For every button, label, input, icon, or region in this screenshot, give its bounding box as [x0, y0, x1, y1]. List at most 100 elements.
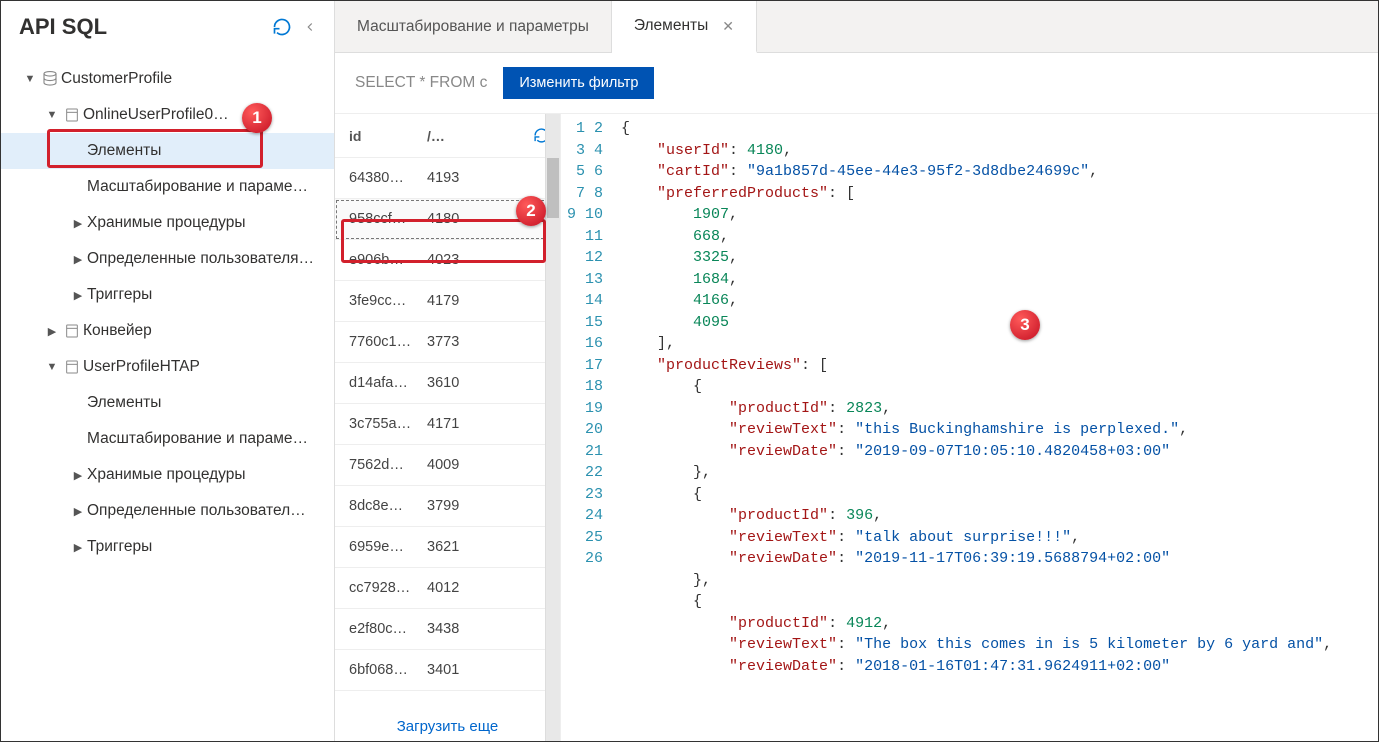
callout-3: 3 [1010, 310, 1040, 340]
container-icon [61, 359, 83, 375]
scrollbar-thumb[interactable] [547, 158, 559, 218]
item-id-cell: 3c755a… [349, 416, 427, 432]
tree-items[interactable]: Элементы [1, 133, 334, 169]
item-row[interactable]: cc7928…4012 [335, 568, 560, 609]
item-pk-cell: 3401 [427, 662, 546, 678]
item-id-cell: 8dc8e… [349, 498, 427, 514]
tree-label: Элементы [87, 394, 161, 412]
tree-label: Хранимые процедуры [87, 466, 246, 484]
resource-tree: ▼ CustomerProfile ▼ OnlineUserProfile0… … [1, 53, 334, 741]
tab-bar: Масштабирование и параметры Элементы ✕ [335, 1, 1378, 53]
item-row[interactable]: d14afa…3610 [335, 363, 560, 404]
item-pk-cell: 4193 [427, 170, 546, 186]
item-pk-cell: 3799 [427, 498, 546, 514]
item-row[interactable]: 6959e…3621 [335, 527, 560, 568]
tree-label: Триггеры [87, 286, 152, 304]
item-row[interactable]: 7760c1…3773 [335, 322, 560, 363]
refresh-icon[interactable] [268, 13, 296, 41]
item-row[interactable]: 3c755a…4171 [335, 404, 560, 445]
item-pk-cell: 4179 [427, 293, 546, 309]
tree-label: Масштабирование и параме… [87, 178, 308, 196]
tree-label: Определенные пользователя… [87, 250, 314, 268]
chevron-down-icon: ▼ [43, 361, 61, 373]
tree-udf[interactable]: ▶ Определенные пользователя… [1, 241, 334, 277]
item-pk-cell: 3438 [427, 621, 546, 637]
item-row[interactable]: e2f80c…3438 [335, 609, 560, 650]
tree-triggers[interactable]: ▶ Триггеры [1, 277, 334, 313]
item-pk-cell: 3621 [427, 539, 546, 555]
callout-2: 2 [516, 196, 546, 226]
filter-query-text: SELECT * FROM c [355, 74, 487, 92]
column-header-pk[interactable]: /… [427, 128, 530, 144]
tree-container[interactable]: ▶ Конвейер [1, 313, 334, 349]
item-id-cell: d14afa… [349, 375, 427, 391]
item-pk-cell: 3610 [427, 375, 546, 391]
close-icon[interactable]: ✕ [722, 18, 734, 35]
sidebar: API SQL ▼ CustomerProfile ▼ Onl [1, 1, 335, 741]
item-id-cell: 7562d… [349, 457, 427, 473]
tree-label: Определенные пользовател… [87, 502, 306, 520]
item-row[interactable]: e906b…4023 [335, 240, 560, 281]
tree-label: OnlineUserProfile0… [83, 106, 229, 124]
item-pk-cell: 4009 [427, 457, 546, 473]
item-id-cell: 958ccf… [349, 211, 427, 227]
refresh-items-icon[interactable] [530, 122, 552, 150]
tree-label: Элементы [87, 142, 161, 160]
item-row[interactable]: 6bf068…3401 [335, 650, 560, 691]
tree-container[interactable]: ▼ OnlineUserProfile0… [1, 97, 334, 133]
chevron-right-icon: ▶ [69, 217, 87, 230]
load-more-link[interactable]: Загрузить еще [397, 718, 499, 735]
chevron-right-icon: ▶ [69, 541, 87, 554]
column-header-id[interactable]: id [349, 128, 427, 144]
item-pk-cell: 4171 [427, 416, 546, 432]
item-pk-cell: 4012 [427, 580, 546, 596]
tree-stored-procedures[interactable]: ▶ Хранимые процедуры [1, 205, 334, 241]
item-pk-cell: 3773 [427, 334, 546, 350]
tab-label: Элементы [634, 17, 708, 35]
tree-stored-procedures[interactable]: ▶ Хранимые процедуры [1, 457, 334, 493]
json-editor[interactable]: 1 2 3 4 5 6 7 8 9 10 11 12 13 14 15 16 1… [561, 114, 1378, 741]
chevron-right-icon: ▶ [69, 505, 87, 518]
item-id-cell: e2f80c… [349, 621, 427, 637]
item-row[interactable]: 7562d…4009 [335, 445, 560, 486]
item-row[interactable]: 64380…4193 [335, 158, 560, 199]
item-id-cell: e906b… [349, 252, 427, 268]
tree-udf[interactable]: ▶ Определенные пользовател… [1, 493, 334, 529]
callout-1: 1 [242, 103, 272, 133]
sidebar-title: API SQL [19, 14, 268, 40]
json-code[interactable]: { "userId": 4180, "cartId": "9a1b857d-45… [621, 118, 1378, 741]
chevron-down-icon: ▼ [21, 73, 39, 85]
item-id-cell: 64380… [349, 170, 427, 186]
tab-items[interactable]: Элементы ✕ [612, 1, 757, 53]
tree-label: CustomerProfile [61, 70, 172, 88]
tree-label: UserProfileHTAP [83, 358, 200, 376]
tree-scale-settings[interactable]: Масштабирование и параме… [1, 169, 334, 205]
tree-container[interactable]: ▼ UserProfileHTAP [1, 349, 334, 385]
tab-label: Масштабирование и параметры [357, 18, 589, 36]
item-id-cell: 3fe9cc… [349, 293, 427, 309]
container-icon [61, 107, 83, 123]
tree-label: Масштабирование и параме… [87, 430, 308, 448]
collapse-sidebar-icon[interactable] [296, 13, 324, 41]
tree-database[interactable]: ▼ CustomerProfile [1, 61, 334, 97]
tree-label: Хранимые процедуры [87, 214, 246, 232]
item-row[interactable]: 3fe9cc…4179 [335, 281, 560, 322]
tab-scale-settings[interactable]: Масштабирование и параметры [335, 1, 612, 52]
item-id-cell: cc7928… [349, 580, 427, 596]
item-id-cell: 7760c1… [349, 334, 427, 350]
tree-items[interactable]: Элементы [1, 385, 334, 421]
tree-triggers[interactable]: ▶ Триггеры [1, 529, 334, 565]
edit-filter-button[interactable]: Изменить фильтр [503, 67, 654, 99]
container-icon [61, 323, 83, 339]
filter-bar: SELECT * FROM c Изменить фильтр [335, 53, 1378, 114]
chevron-right-icon: ▶ [69, 253, 87, 266]
database-icon [39, 70, 61, 88]
line-gutter: 1 2 3 4 5 6 7 8 9 10 11 12 13 14 15 16 1… [561, 118, 621, 741]
tree-label: Триггеры [87, 538, 152, 556]
chevron-right-icon: ▶ [43, 325, 61, 338]
chevron-right-icon: ▶ [69, 289, 87, 302]
tree-scale-settings[interactable]: Масштабирование и параме… [1, 421, 334, 457]
item-id-cell: 6bf068… [349, 662, 427, 678]
chevron-right-icon: ▶ [69, 469, 87, 482]
item-row[interactable]: 8dc8e…3799 [335, 486, 560, 527]
